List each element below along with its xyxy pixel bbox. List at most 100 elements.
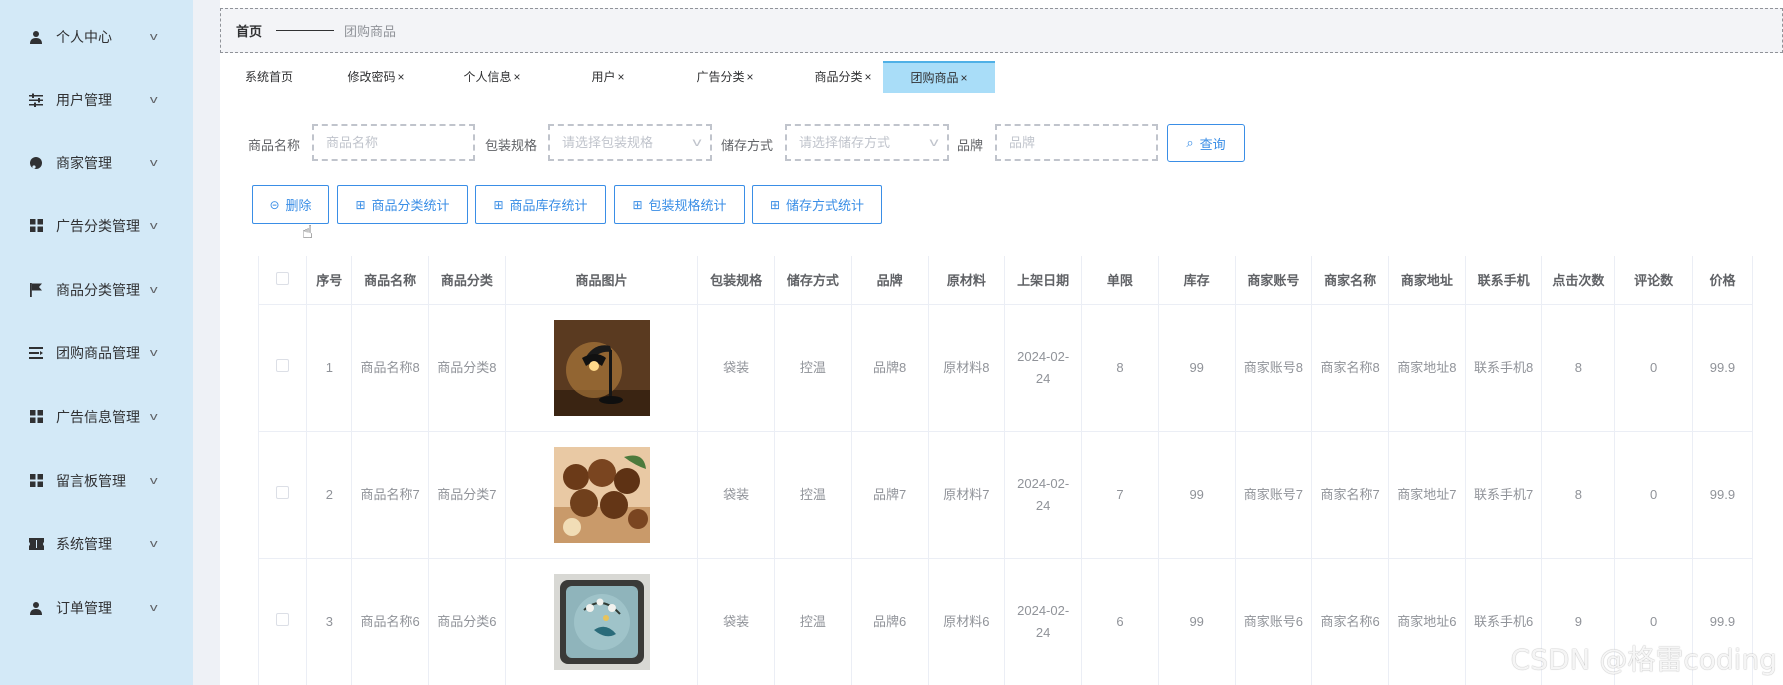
storage-method-label: 储存方式: [721, 138, 774, 153]
tab-label: 修改密码: [347, 70, 396, 84]
column-header: 商品图片: [505, 256, 699, 305]
spec-stats-label: 包装规格统计: [648, 198, 727, 213]
placeholder-text: 品牌: [1009, 135, 1036, 150]
packaging-spec-label: 包装规格: [485, 138, 538, 153]
tab-label: 商品分类: [814, 70, 863, 84]
query-button[interactable]: ⌕ 查询: [1167, 124, 1245, 162]
sidebar-item-merchant-management[interactable]: 商家管理 v: [0, 131, 193, 194]
chevron-down-icon: v: [149, 283, 158, 296]
storage-stats-button[interactable]: ⊞ 储存方式统计: [752, 185, 882, 224]
sidebar: 个人中心 v 用户管理 v 商家管理 v 广告分类管理 v 商品分类管理 v 团…: [0, 0, 193, 685]
column-header: 商家账号: [1235, 256, 1313, 305]
cell-merchant-account: 商家账号8: [1235, 304, 1313, 432]
column-header: 原材料: [928, 256, 1006, 305]
cell-index: 3: [306, 558, 353, 685]
select-all-cell[interactable]: [259, 256, 308, 305]
cell-name: 商品名称6: [351, 558, 429, 685]
close-icon[interactable]: ×: [514, 70, 521, 84]
cell-material: 原材料6: [928, 558, 1006, 685]
close-icon[interactable]: ×: [618, 70, 625, 84]
column-header: 上架日期: [1004, 256, 1083, 305]
row-select-cell[interactable]: [259, 431, 308, 559]
tab-change-password[interactable]: 修改密码 ×: [318, 61, 434, 93]
cell-storage: 控温: [774, 304, 852, 432]
cell-merchant-address: 商家地址8: [1388, 304, 1466, 432]
select-all-checkbox[interactable]: [276, 271, 290, 285]
sidebar-item-label: 团购商品管理: [56, 344, 140, 361]
sliders-icon: [28, 92, 44, 108]
column-header: 单限: [1081, 256, 1159, 305]
breadcrumb-current: 团购商品: [344, 24, 397, 39]
sidebar-item-group-product-management[interactable]: 团购商品管理 v: [0, 321, 193, 384]
tab-ad-category[interactable]: 广告分类 ×: [666, 61, 784, 93]
grid-icon: ⊞: [355, 197, 366, 212]
row-select-cell[interactable]: [259, 558, 308, 685]
close-icon[interactable]: ×: [747, 70, 754, 84]
placeholder-text: 请选择储存方式: [799, 135, 891, 150]
close-icon[interactable]: ×: [961, 71, 968, 85]
table-header-row: 序号 商品名称 商品分类 商品图片 包装规格 储存方式 品牌 原材料 上架日期 …: [259, 256, 1753, 305]
sidebar-item-label: 个人中心: [56, 28, 112, 45]
packaging-spec-select[interactable]: 请选择包装规格 v: [548, 124, 712, 161]
cell-spec: 袋装: [697, 558, 776, 685]
column-header: 序号: [306, 256, 353, 305]
tab-system-home[interactable]: 系统首页: [220, 61, 318, 93]
column-header: 品牌: [851, 256, 929, 305]
sidebar-item-ad-info-management[interactable]: 广告信息管理 v: [0, 385, 193, 448]
close-icon[interactable]: ×: [865, 70, 872, 84]
category-stats-button[interactable]: ⊞ 商品分类统计: [337, 185, 468, 224]
cell-stock: 99: [1158, 558, 1236, 685]
cell-date: 2024-02-24: [1004, 304, 1083, 432]
stock-stats-button[interactable]: ⊞ 商品库存统计: [475, 185, 606, 224]
tab-personal-info[interactable]: 个人信息 ×: [434, 61, 550, 93]
grid-icon: [28, 409, 44, 425]
spec-stats-button[interactable]: ⊞ 包装规格统计: [614, 185, 745, 224]
sidebar-item-user-management[interactable]: 用户管理 v: [0, 68, 193, 131]
row-checkbox[interactable]: [276, 358, 290, 372]
user-icon: [28, 600, 44, 616]
sidebar-item-label: 商家管理: [56, 154, 112, 171]
chevron-down-icon: v: [149, 30, 158, 43]
close-icon[interactable]: ×: [398, 70, 405, 84]
cell-brand: 品牌7: [851, 431, 929, 559]
sidebar-item-product-category-management[interactable]: 商品分类管理 v: [0, 258, 193, 321]
cell-merchant-address: 商家地址7: [1388, 431, 1466, 559]
cell-stock: 99: [1158, 431, 1236, 559]
brand-input[interactable]: 品牌: [995, 124, 1158, 161]
grid-icon: [28, 473, 44, 489]
sidebar-item-order-management[interactable]: 订单管理 v: [0, 576, 193, 639]
breadcrumb-home[interactable]: 首页: [236, 21, 262, 40]
tab-user[interactable]: 用户 ×: [550, 61, 666, 93]
delete-button[interactable]: ⊝ 删除: [252, 185, 329, 224]
stock-stats-label: 商品库存统计: [509, 198, 588, 213]
sidebar-item-ad-category-management[interactable]: 广告分类管理 v: [0, 194, 193, 257]
grid-icon: ⊞: [769, 197, 781, 212]
chevron-down-icon: v: [149, 474, 158, 487]
chevron-down-icon: v: [149, 410, 158, 423]
cell-limit: 6: [1081, 558, 1159, 685]
storage-method-select[interactable]: 请选择储存方式 v: [785, 124, 949, 161]
query-button-label: 查询: [1199, 136, 1226, 152]
product-name-input[interactable]: 商品名称: [312, 124, 475, 161]
column-header: 联系手机: [1465, 256, 1543, 305]
row-checkbox[interactable]: [276, 485, 290, 499]
minus-circle-icon: ⊝: [269, 197, 280, 212]
cell-storage: 控温: [774, 558, 852, 685]
sidebar-item-message-board-management[interactable]: 留言板管理 v: [0, 449, 193, 512]
palette-icon: [28, 155, 44, 171]
delete-button-label: 删除: [285, 198, 312, 213]
brand-label: 品牌: [957, 138, 984, 153]
column-header: 商家名称: [1311, 256, 1390, 305]
sidebar-item-system-management[interactable]: 系统管理 v: [0, 512, 193, 575]
sidebar-item-personal-center[interactable]: 个人中心 v: [0, 5, 193, 68]
cell-phone: 联系手机8: [1465, 304, 1543, 432]
row-select-cell[interactable]: [259, 304, 308, 432]
cell-clicks: 8: [1541, 431, 1616, 559]
cell-merchant-address: 商家地址6: [1388, 558, 1466, 685]
placeholder-text: 商品名称: [326, 135, 379, 150]
row-checkbox[interactable]: [276, 612, 290, 626]
tab-group-product[interactable]: 团购商品 ×: [883, 61, 995, 93]
cell-merchant-name: 商家名称6: [1311, 558, 1390, 685]
cell-phone: 联系手机7: [1465, 431, 1543, 559]
tab-label: 系统首页: [244, 70, 293, 84]
